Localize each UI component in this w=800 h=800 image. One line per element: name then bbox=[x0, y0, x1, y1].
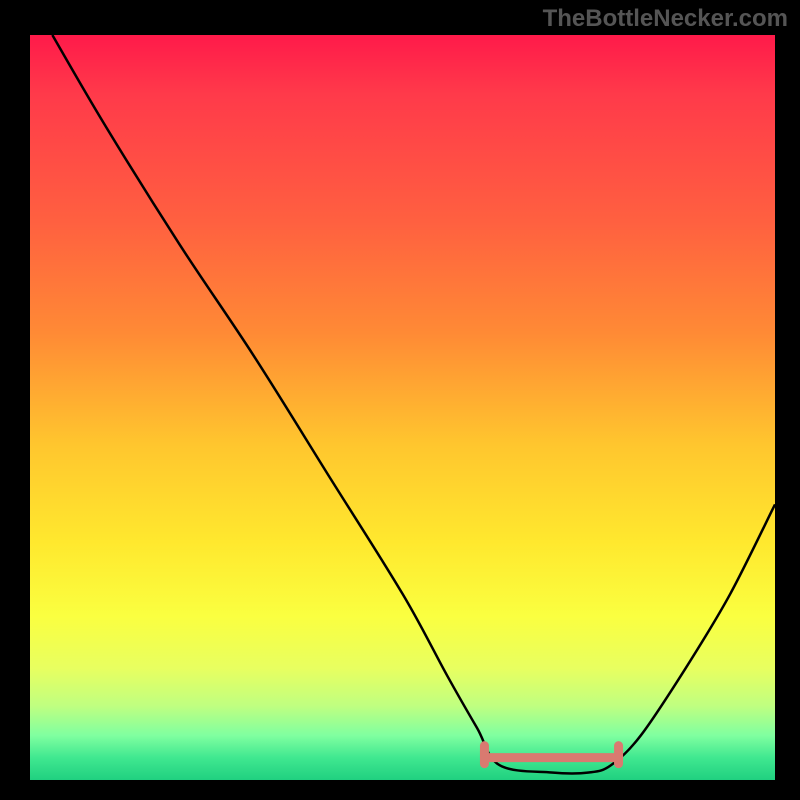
chart-plot-area bbox=[30, 35, 775, 780]
minimum-marker bbox=[30, 35, 775, 780]
watermark-text: TheBottleNecker.com bbox=[543, 5, 788, 33]
